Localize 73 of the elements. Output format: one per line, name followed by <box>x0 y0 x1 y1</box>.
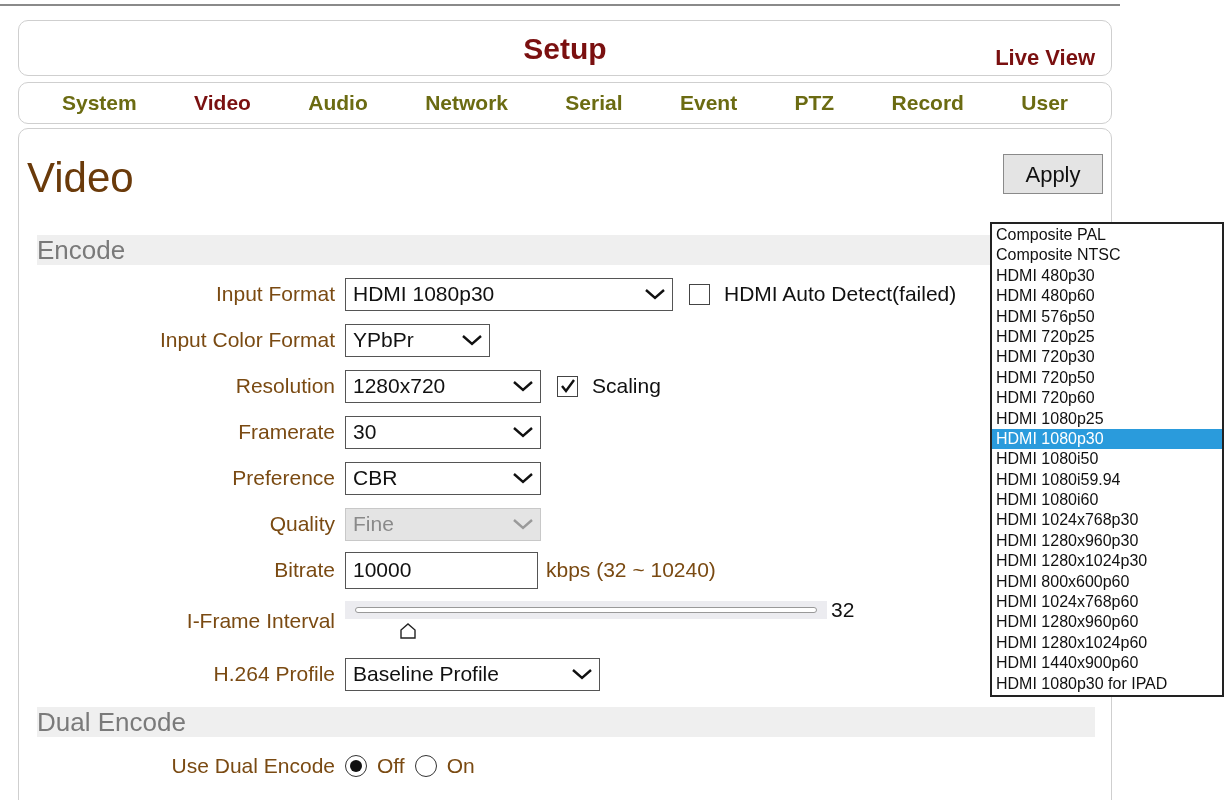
dropdown-option[interactable]: HDMI 1280x1024p30 <box>992 551 1222 572</box>
radio-label: Off <box>377 753 405 780</box>
dropdown-option[interactable]: HDMI 1080i60 <box>992 490 1222 511</box>
dropdown-option[interactable]: HDMI 1280x1024p60 <box>992 632 1222 654</box>
dropdown-option[interactable]: HDMI 1440x900p60 <box>992 653 1222 674</box>
dropdown-option[interactable]: HDMI 720p30 <box>992 347 1222 368</box>
radio-label: On <box>446 753 475 780</box>
dropdown-option[interactable]: HDMI 1080p25 <box>992 408 1222 429</box>
dropdown-option[interactable]: HDMI 1080i50 <box>992 449 1222 470</box>
nav-tab[interactable]: PTZ <box>794 87 835 119</box>
nav-tab[interactable]: Video <box>194 87 251 119</box>
dropdown-option[interactable]: HDMI 1080i59.94 <box>992 469 1222 491</box>
select-field[interactable]: 30 <box>345 415 541 449</box>
live-view-link[interactable]: Live View <box>995 41 1095 74</box>
checkbox[interactable] <box>689 283 710 305</box>
radio-button[interactable] <box>414 755 437 777</box>
field-label: Use Dual Encode <box>170 753 336 780</box>
checkbox-label: HDMI Auto Detect(failed) <box>724 281 957 308</box>
field-label: Input Format <box>214 281 336 308</box>
dropdown-option[interactable]: HDMI 1080p30 for IPAD <box>992 673 1222 694</box>
dropdown-option[interactable]: Composite NTSC <box>992 245 1222 266</box>
field-label: Quality <box>268 511 336 538</box>
chevron-down-icon <box>512 425 534 439</box>
field-label: Resolution <box>234 373 336 400</box>
section-header: Dual Encode <box>37 707 1095 737</box>
dropdown-option[interactable]: HDMI 1024x768p60 <box>992 592 1222 613</box>
bitrate-field[interactable]: 10000 <box>345 551 538 589</box>
nav-tab[interactable]: Event <box>679 87 738 119</box>
nav-tab[interactable]: Audio <box>308 87 368 119</box>
field-label: H.264 Profile <box>212 661 336 688</box>
slider-thumb[interactable] <box>398 622 417 640</box>
nav-tab[interactable]: Serial <box>565 87 623 119</box>
field-label: I-Frame Interval <box>185 608 336 634</box>
range-hint: kbps (32 ~ 10240) <box>546 557 716 584</box>
field-label: Preference <box>231 465 336 492</box>
dropdown-option[interactable]: HDMI 480p30 <box>992 265 1222 287</box>
chevron-down-icon <box>512 471 534 485</box>
nav-tab[interactable]: User <box>1021 87 1068 119</box>
nav-tab[interactable]: System <box>62 87 137 119</box>
select-field[interactable]: HDMI 1080p30 <box>345 277 673 311</box>
select-field[interactable]: Baseline Profile <box>345 657 600 691</box>
nav-tab[interactable]: Record <box>891 87 964 119</box>
radio-button[interactable] <box>345 755 367 777</box>
dropdown-option[interactable]: HDMI 576p50 <box>992 306 1222 327</box>
chevron-down-icon <box>571 667 593 681</box>
nav-tab[interactable]: Network <box>425 87 508 119</box>
page-title: Video <box>27 152 134 203</box>
checkbox-label: Scaling <box>592 373 661 400</box>
dropdown-option[interactable]: HDMI 1280x960p60 <box>992 612 1222 633</box>
slider-value: 32 <box>831 599 855 621</box>
dropdown-option[interactable]: HDMI 1280x960p30 <box>992 530 1222 552</box>
select-field[interactable]: 1280x720 <box>345 369 541 403</box>
dropdown-option[interactable]: HDMI 720p60 <box>992 388 1222 409</box>
dropdown-option[interactable]: HDMI 480p60 <box>992 286 1222 307</box>
chevron-down-icon <box>512 379 534 393</box>
chevron-down-icon <box>461 333 483 347</box>
dropdown-option[interactable]: HDMI 800x600p60 <box>992 571 1222 593</box>
dropdown-option[interactable]: HDMI 720p25 <box>992 326 1222 348</box>
select-field[interactable]: YPbPr <box>345 323 490 357</box>
check-icon <box>559 378 576 394</box>
dropdown-option[interactable]: Composite PAL <box>992 225 1222 246</box>
dropdown-option[interactable]: HDMI 1024x768p30 <box>992 510 1222 531</box>
chevron-down-icon <box>512 517 534 531</box>
chevron-down-icon <box>644 287 666 301</box>
apply-button[interactable]: Apply <box>1003 154 1103 194</box>
page-header-title: Setup <box>523 30 607 67</box>
field-label: Input Color Format <box>158 327 336 354</box>
checkbox[interactable] <box>557 375 578 397</box>
select-field[interactable]: CBR <box>345 461 541 495</box>
dropdown-option[interactable]: HDMI 720p50 <box>992 367 1222 389</box>
field-label: Bitrate <box>273 557 336 584</box>
field-label: Framerate <box>237 419 336 446</box>
slider[interactable] <box>345 601 827 641</box>
